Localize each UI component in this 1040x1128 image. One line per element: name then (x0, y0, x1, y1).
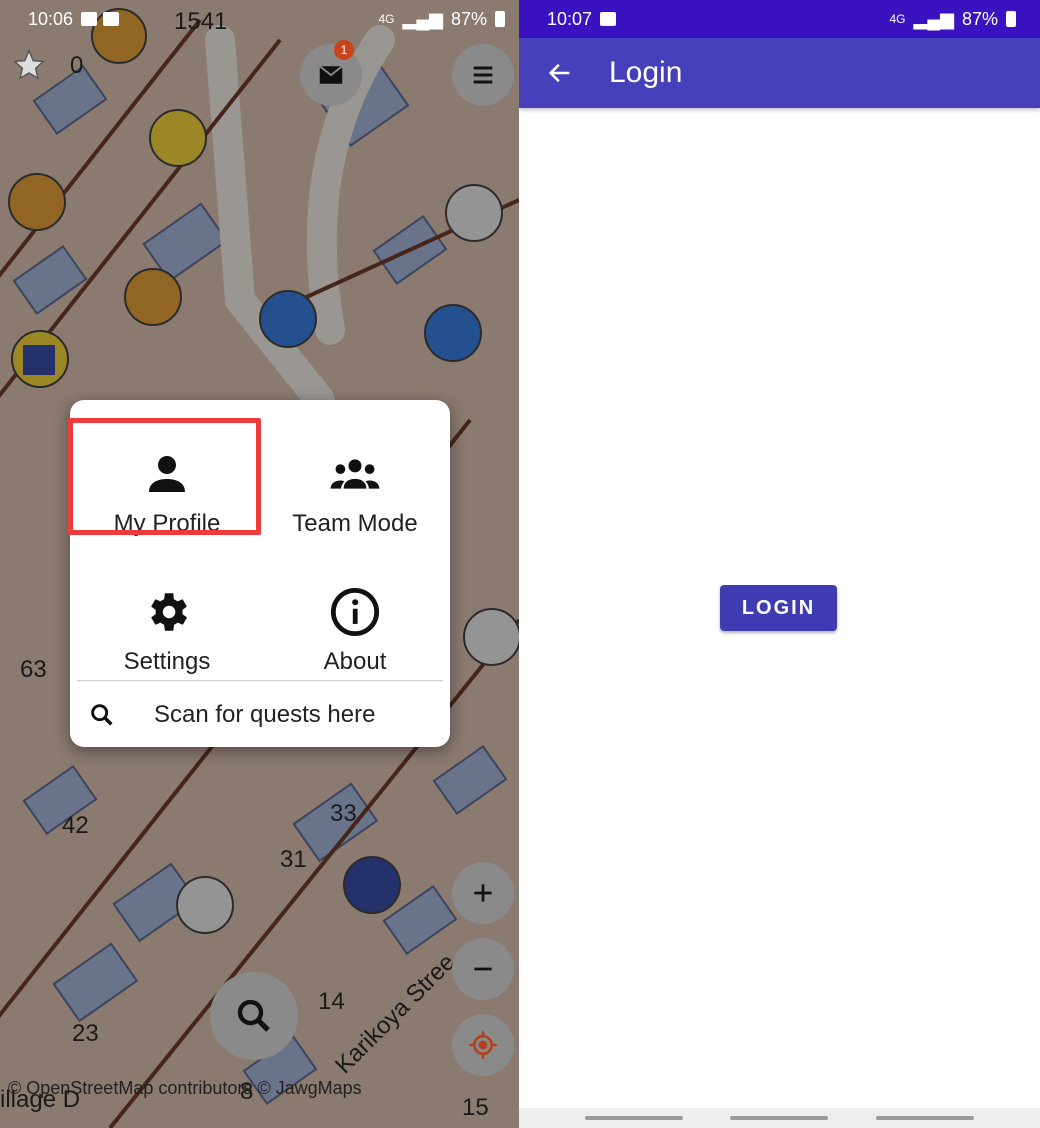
streetcomplete-map-screen: 1541 0 63 42 33 31 14 23 15 8 Karikoya S… (0, 0, 519, 1128)
gear-icon (141, 586, 193, 638)
map-label: 14 (318, 988, 345, 1015)
map-attribution: © OpenStreetMap contributors © JawgMaps (8, 1078, 362, 1098)
status-bar: 10:06 4G ▂▄▆ 87% (0, 0, 519, 38)
search-quests-button[interactable] (210, 972, 298, 1060)
map-label: 42 (62, 812, 89, 839)
battery-icon (1006, 11, 1016, 27)
messages-button[interactable]: 1 (300, 40, 362, 106)
status-bar: 10:07 4G ▂▄▆ 87% (519, 0, 1040, 38)
nav-home-button[interactable] (730, 1116, 828, 1120)
plus-icon (474, 884, 492, 902)
app-bar: Login (519, 38, 1040, 108)
map-label: 23 (72, 1020, 99, 1047)
menu-divider (77, 680, 443, 681)
menu-item-label: Settings (123, 648, 211, 675)
search-icon (88, 701, 116, 729)
menu-item-about[interactable]: About (260, 556, 450, 692)
map-label: 31 (280, 846, 307, 873)
login-screen: 10:07 4G ▂▄▆ 87% Login LOGIN (519, 0, 1040, 1128)
gallery-notification-icon (81, 12, 98, 26)
back-button[interactable] (539, 52, 581, 94)
arrow-back-icon (548, 63, 570, 83)
hamburger-icon (473, 66, 493, 84)
scan-for-quests-button[interactable]: Scan for quests here (70, 682, 450, 747)
zoom-out-button[interactable] (452, 938, 514, 1000)
signal-icon: ▂▄▆ (402, 8, 443, 29)
battery-percent: 87% (961, 8, 998, 29)
system-nav-bar (519, 1108, 1040, 1128)
my-location-button[interactable] (452, 1014, 514, 1076)
menu-item-team-mode[interactable]: Team Mode (260, 418, 450, 554)
battery-icon (495, 11, 505, 27)
map-label: 63 (20, 656, 47, 683)
magnifier-icon (237, 999, 270, 1032)
zoom-in-button[interactable] (452, 862, 514, 924)
group-icon (329, 448, 381, 500)
menu-item-label: About (323, 648, 387, 675)
status-time: 10:06 (28, 8, 74, 29)
battery-percent: 87% (450, 8, 487, 29)
nav-recents-button[interactable] (585, 1116, 683, 1120)
scan-label: Scan for quests here (154, 700, 376, 728)
network-type: 4G (889, 12, 906, 26)
video-notification-icon (600, 12, 617, 26)
location-target-icon (469, 1031, 497, 1059)
signal-icon: ▂▄▆ (913, 8, 954, 29)
mail-badge: 1 (334, 40, 354, 60)
star-icon (12, 48, 46, 82)
highlight-box (68, 418, 261, 535)
info-icon (329, 586, 381, 638)
map-label: 33 (330, 800, 357, 827)
video-notification-icon (103, 12, 120, 26)
map-label: 15 (462, 1094, 489, 1121)
menu-item-settings[interactable]: Settings (72, 556, 262, 692)
nav-back-button[interactable] (876, 1116, 974, 1120)
status-time: 10:07 (547, 8, 593, 29)
star-count: 0 (70, 52, 84, 79)
mail-icon (319, 65, 343, 84)
page-title: Login (609, 56, 683, 89)
minus-icon (474, 967, 492, 971)
login-button[interactable]: LOGIN (720, 585, 837, 631)
menu-item-label: Team Mode (292, 510, 418, 537)
network-type: 4G (378, 12, 395, 26)
main-menu-button[interactable] (452, 44, 514, 106)
